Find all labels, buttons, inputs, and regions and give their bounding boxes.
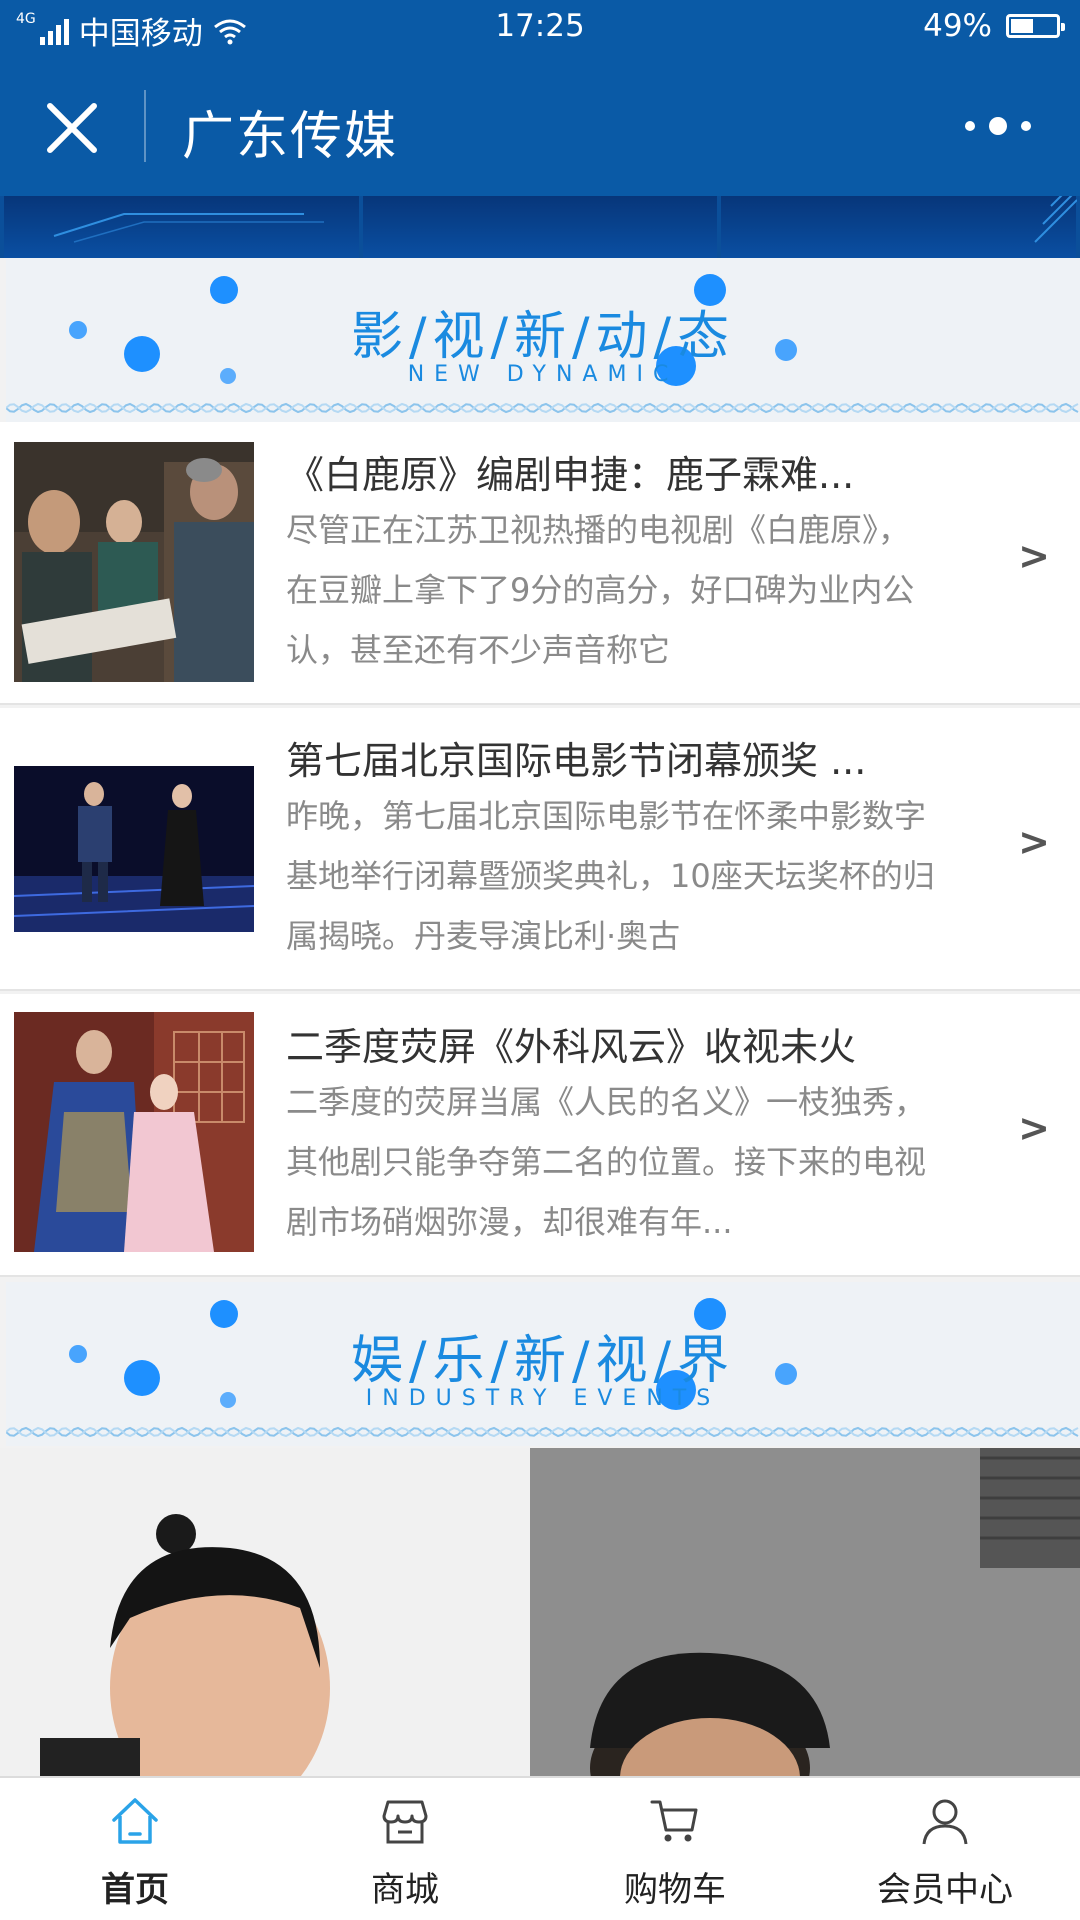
banner-tile[interactable] — [721, 196, 1078, 258]
banner-tile[interactable] — [4, 196, 359, 258]
status-right: 49% — [923, 8, 1065, 44]
tab-member-center[interactable]: 会员中心 — [810, 1778, 1080, 1920]
tab-label: 购物车 — [624, 1870, 726, 1910]
page-title: 广东传媒 — [182, 107, 399, 167]
chevron-right-icon: > — [1018, 1106, 1050, 1150]
banner-graphic — [53, 213, 324, 243]
news-list-item[interactable]: 第七届北京国际电影节闭幕颁奖 ... 昨晚，第七届北京国际电影节在怀柔中影数字基… — [0, 708, 1080, 991]
news-summary: 尽管正在江苏卫视热播的电视剧《白鹿原》，在豆瓣上拿下了9分的高分，好口碑为业内公… — [286, 511, 915, 669]
tab-store[interactable]: 商城 — [270, 1778, 540, 1920]
section-banner-industry: 娱/乐/新/视/界 INDUSTRY EVENTS — [6, 1282, 1080, 1446]
featured-photo[interactable] — [0, 1448, 1080, 1776]
nav-divider — [144, 90, 146, 162]
banner-tile[interactable] — [362, 196, 718, 258]
top-banner-strip — [0, 196, 1080, 258]
chevron-right-icon: > — [1018, 820, 1050, 864]
store-icon — [382, 1800, 428, 1844]
section-subheading: NEW DYNAMIC — [407, 362, 679, 387]
battery-percent: 49% — [923, 8, 992, 44]
section-banner-film-news: 影/视/新/动/态 NEW DYNAMIC — [6, 258, 1080, 422]
news-title: 第七届北京国际电影节闭幕颁奖 ... — [286, 739, 867, 783]
close-icon[interactable] — [44, 100, 100, 156]
home-icon — [112, 1798, 158, 1844]
news-title: 二季度荧屏《外科风云》收视未火 — [286, 1025, 857, 1069]
more-icon[interactable] — [960, 104, 1036, 148]
banner-graphic — [1034, 196, 1078, 243]
news-list-item[interactable]: 二季度荧屏《外科风云》收视未火 二季度的荧屏当属《人民的名义》一枝独秀，其他剧只… — [0, 994, 1080, 1277]
section-heading: 娱/乐/新/视/界 — [350, 1331, 736, 1391]
news-title: 《白鹿原》编剧申捷：鹿子霖难... — [286, 453, 855, 497]
nav-bar: 广东传媒 — [0, 56, 1080, 196]
news-summary: 昨晚，第七届北京国际电影节在怀柔中影数字基地举行闭幕暨颁奖典礼，10座天坛奖杯的… — [286, 797, 935, 955]
news-thumbnail — [14, 442, 254, 682]
news-list-item[interactable]: 《白鹿原》编剧申捷：鹿子霖难... 尽管正在江苏卫视热播的电视剧《白鹿原》，在豆… — [0, 422, 1080, 705]
bottom-tab-bar: 首页 商城 购物车 会员中心 — [0, 1776, 1080, 1920]
tab-label: 会员中心 — [877, 1870, 1013, 1910]
tab-cart[interactable]: 购物车 — [540, 1778, 810, 1920]
battery-level — [1011, 19, 1033, 33]
news-summary: 二季度的荧屏当属《人民的名义》一枝独秀，其他剧只能争夺第二名的位置。接下来的电视… — [286, 1083, 927, 1241]
news-thumbnail — [14, 1012, 254, 1252]
tab-home[interactable]: 首页 — [0, 1778, 270, 1920]
section-subheading: INDUSTRY EVENTS — [365, 1386, 721, 1411]
tab-label: 商城 — [371, 1870, 439, 1910]
status-bar: 4G 中国移动 17:25 49% — [0, 0, 1080, 56]
battery-icon — [1006, 14, 1065, 38]
section-heading: 影/视/新/动/态 — [350, 307, 736, 367]
tab-label: 首页 — [101, 1870, 169, 1910]
status-time: 17:25 — [495, 8, 585, 44]
news-thumbnail — [14, 766, 254, 932]
user-icon — [922, 1799, 968, 1845]
cart-icon — [650, 1800, 698, 1842]
chevron-right-icon: > — [1018, 534, 1050, 578]
